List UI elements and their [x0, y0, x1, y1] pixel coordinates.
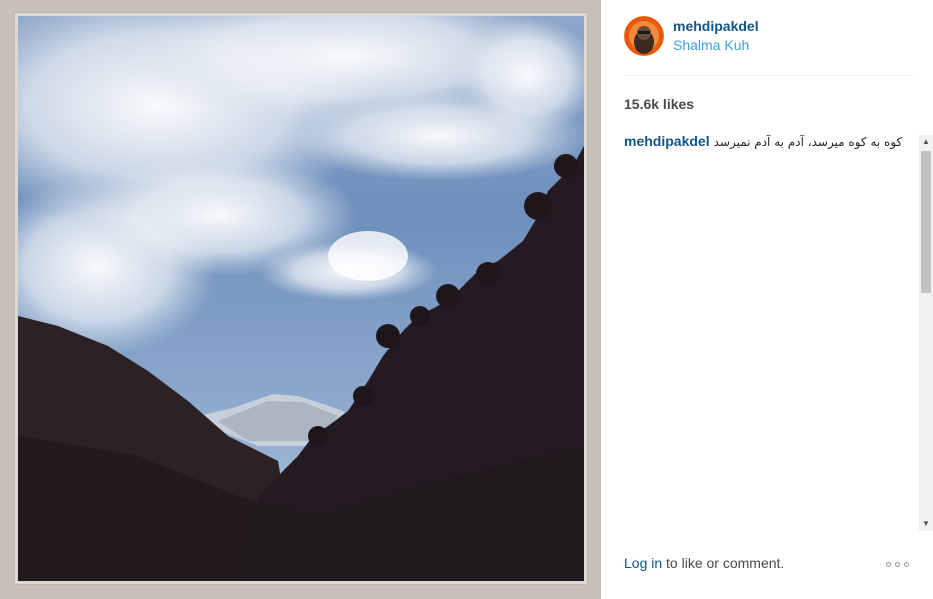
scroll-down-arrow-icon[interactable]: ▼ [919, 517, 933, 531]
post-photo[interactable] [18, 16, 584, 581]
scroll-thumb[interactable] [921, 151, 931, 293]
scroll-up-arrow-icon[interactable]: ▲ [919, 135, 933, 149]
likes-count[interactable]: 15.6k likes [624, 96, 694, 112]
location-link[interactable]: Shalma Kuh [673, 37, 749, 53]
post-side-panel: mehdipakdel Shalma Kuh 15.6k likes mehdi… [601, 0, 933, 599]
caption-text: کوه به کوه میرسد، آدم به آدم نمیرسد [713, 135, 903, 149]
post-username-link[interactable]: mehdipakdel [673, 18, 759, 34]
avatar[interactable] [624, 16, 664, 56]
login-prompt: Log in to like or comment. [624, 555, 784, 571]
comments-list[interactable]: mehdipakdel کوه به کوه میرسد، آدم به آدم … [624, 131, 914, 531]
login-link[interactable]: Log in [624, 555, 662, 571]
comments-scrollbar[interactable]: ▲ ▼ [919, 135, 933, 531]
login-prompt-text: to like or comment. [662, 555, 785, 571]
more-dot [886, 561, 891, 567]
more-options-icon[interactable] [886, 557, 914, 571]
caption-username-link[interactable]: mehdipakdel [624, 133, 710, 149]
more-dot [895, 561, 900, 567]
divider [624, 75, 913, 76]
more-dot [904, 561, 909, 567]
photo-frame [0, 0, 601, 599]
caption: mehdipakdel کوه به کوه میرسد، آدم به آدم … [624, 131, 914, 152]
